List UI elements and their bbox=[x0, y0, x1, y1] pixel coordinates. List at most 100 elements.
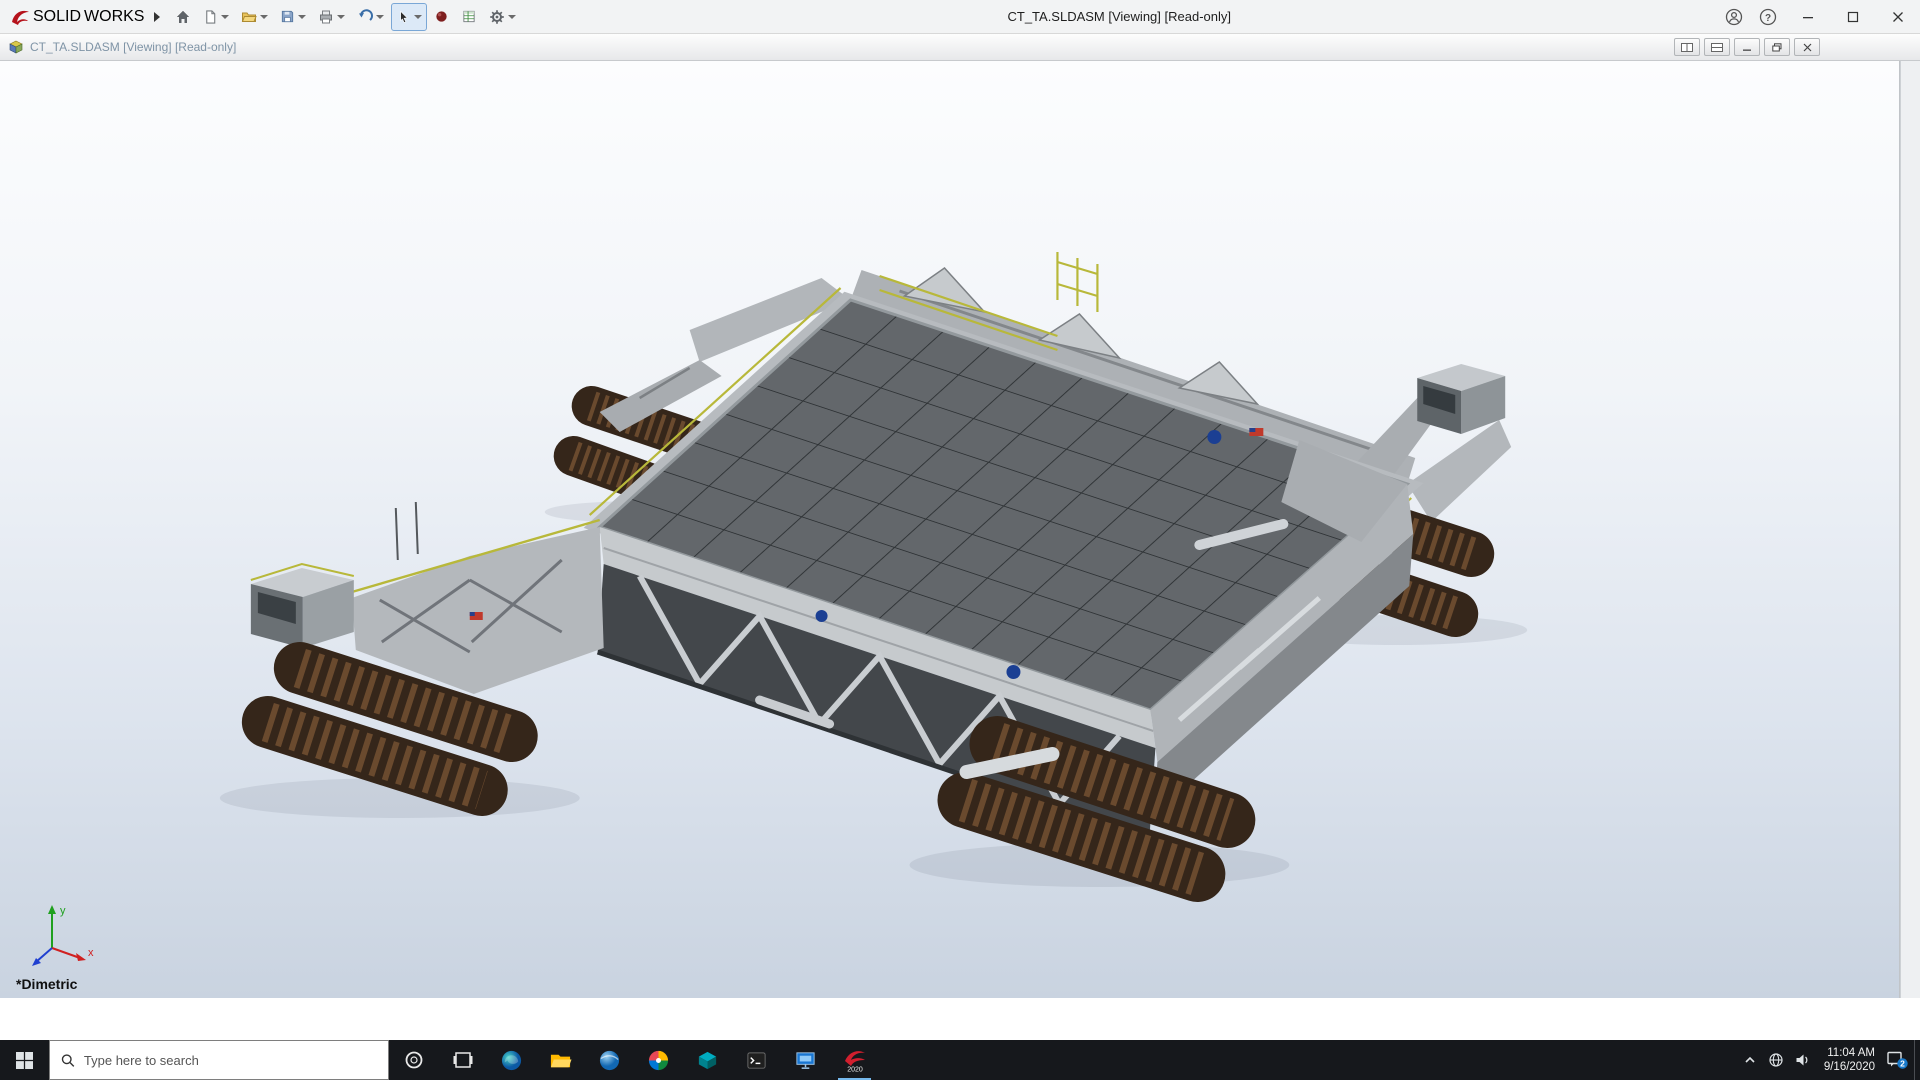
edge-button[interactable] bbox=[487, 1040, 536, 1080]
close-icon bbox=[1892, 11, 1904, 23]
svg-text:?: ? bbox=[1765, 13, 1771, 24]
action-center-icon: 2 bbox=[1886, 1050, 1908, 1070]
app-titlebar: SOLIDWORKS bbox=[0, 0, 1920, 34]
app-title: CT_TA.SLDASM [Viewing] [Read-only] bbox=[521, 9, 1717, 24]
new-document-caret-icon bbox=[221, 15, 229, 19]
remote-desktop-button[interactable] bbox=[781, 1040, 830, 1080]
spreadsheet-icon bbox=[461, 9, 477, 24]
select-caret-icon bbox=[414, 15, 422, 19]
gear-icon bbox=[489, 9, 505, 25]
options-caret-icon bbox=[508, 15, 516, 19]
help-button[interactable]: ? bbox=[1751, 0, 1785, 33]
new-document-button[interactable] bbox=[198, 3, 234, 31]
cab-left bbox=[251, 564, 354, 648]
taskbar-clock[interactable]: 11:04 AM 9/16/2020 bbox=[1815, 1040, 1884, 1080]
pinwheel-icon bbox=[647, 1049, 670, 1072]
windows-logo-icon bbox=[16, 1052, 33, 1069]
edrawings-button[interactable] bbox=[683, 1040, 732, 1080]
titlebar-right-controls: ? bbox=[1717, 0, 1920, 33]
cortana-button[interactable] bbox=[389, 1040, 438, 1080]
speaker-icon bbox=[1794, 1052, 1810, 1068]
task-pane-strip[interactable] bbox=[1900, 61, 1920, 998]
help-icon: ? bbox=[1759, 8, 1777, 26]
tray-chevron-button[interactable] bbox=[1737, 1040, 1763, 1080]
search-input[interactable] bbox=[84, 1053, 377, 1068]
user-account-button[interactable] bbox=[1717, 0, 1751, 33]
split-horizontal-button[interactable] bbox=[1674, 38, 1700, 56]
doc-close-button[interactable] bbox=[1794, 38, 1820, 56]
brand-works: WORKS bbox=[84, 8, 144, 26]
design-table-button[interactable] bbox=[456, 3, 482, 31]
start-button[interactable] bbox=[0, 1040, 49, 1080]
home-icon bbox=[175, 9, 191, 25]
user-account-icon bbox=[1725, 8, 1743, 26]
taskbar-search[interactable] bbox=[49, 1040, 389, 1080]
blue-sphere-icon bbox=[598, 1049, 621, 1072]
command-prompt-button[interactable] bbox=[732, 1040, 781, 1080]
quick-toolbar bbox=[170, 3, 521, 31]
new-document-icon bbox=[203, 9, 218, 25]
file-explorer-button[interactable] bbox=[536, 1040, 585, 1080]
undo-icon bbox=[357, 9, 373, 25]
photos-button[interactable] bbox=[634, 1040, 683, 1080]
solidworks-app-icon: 2020 bbox=[843, 1047, 867, 1073]
windows-taskbar: 2020 11:04 AM 9/16/2020 bbox=[0, 1040, 1920, 1080]
search-icon bbox=[61, 1053, 75, 1068]
chevron-up-icon bbox=[1743, 1053, 1757, 1067]
doc-close-icon bbox=[1803, 43, 1812, 52]
minimize-icon bbox=[1802, 11, 1814, 23]
globe-icon bbox=[1768, 1052, 1784, 1068]
undo-button[interactable] bbox=[352, 3, 389, 31]
sphere-icon bbox=[434, 9, 449, 24]
task-view-icon bbox=[453, 1050, 473, 1070]
close-button[interactable] bbox=[1875, 0, 1920, 33]
doc-restore-button[interactable] bbox=[1764, 38, 1790, 56]
volume-button[interactable] bbox=[1789, 1040, 1815, 1080]
view-orientation-label: *Dimetric bbox=[16, 976, 77, 992]
show-desktop-button[interactable] bbox=[1914, 1040, 1920, 1080]
minimize-button[interactable] bbox=[1785, 0, 1830, 33]
svg-text:2: 2 bbox=[1900, 1059, 1905, 1069]
save-icon bbox=[280, 9, 295, 24]
monitor-icon bbox=[794, 1049, 817, 1072]
open-button[interactable] bbox=[236, 3, 273, 31]
clock-date: 9/16/2020 bbox=[1824, 1060, 1875, 1074]
home-button[interactable] bbox=[170, 3, 196, 31]
brand-solid: SOLID bbox=[33, 8, 81, 26]
toolbar-flyout-arrow-icon[interactable] bbox=[154, 12, 160, 22]
orientation-triad[interactable]: y x bbox=[22, 900, 98, 972]
maximize-button[interactable] bbox=[1830, 0, 1875, 33]
network-button[interactable] bbox=[1763, 1040, 1789, 1080]
action-center-button[interactable]: 2 bbox=[1884, 1040, 1910, 1080]
svg-text:2020: 2020 bbox=[847, 1067, 863, 1074]
appearance-sphere-button[interactable] bbox=[429, 3, 454, 31]
restore-icon bbox=[1847, 11, 1859, 23]
teal-cube-icon bbox=[696, 1049, 719, 1072]
options-button[interactable] bbox=[484, 3, 521, 31]
triad-x-label: x bbox=[88, 947, 94, 959]
edge-icon bbox=[500, 1049, 523, 1072]
file-explorer-icon bbox=[549, 1049, 572, 1072]
save-button[interactable] bbox=[275, 3, 311, 31]
document-window-controls bbox=[1674, 38, 1820, 56]
graphics-viewport[interactable]: y x *Dimetric bbox=[0, 61, 1900, 998]
browser-sphere-button[interactable] bbox=[585, 1040, 634, 1080]
hull-left-end bbox=[352, 502, 604, 694]
split-vertical-icon bbox=[1711, 43, 1723, 52]
model-canvas[interactable] bbox=[0, 61, 1899, 998]
triad-y-label: y bbox=[60, 905, 66, 917]
doc-minimize-button[interactable] bbox=[1734, 38, 1760, 56]
split-vertical-button[interactable] bbox=[1704, 38, 1730, 56]
solidworks-taskbar-button[interactable]: 2020 bbox=[830, 1040, 879, 1080]
system-tray: 11:04 AM 9/16/2020 2 bbox=[1737, 1040, 1920, 1080]
select-tool-button[interactable] bbox=[391, 3, 427, 31]
task-view-button[interactable] bbox=[438, 1040, 487, 1080]
console-icon bbox=[745, 1049, 768, 1072]
doc-minimize-icon bbox=[1742, 43, 1752, 52]
document-title: CT_TA.SLDASM [Viewing] [Read-only] bbox=[30, 40, 236, 54]
solidworks-logo: SOLIDWORKS bbox=[0, 8, 152, 26]
print-button[interactable] bbox=[313, 3, 350, 31]
save-caret-icon bbox=[298, 15, 306, 19]
open-caret-icon bbox=[260, 15, 268, 19]
doc-restore-icon bbox=[1772, 43, 1782, 52]
